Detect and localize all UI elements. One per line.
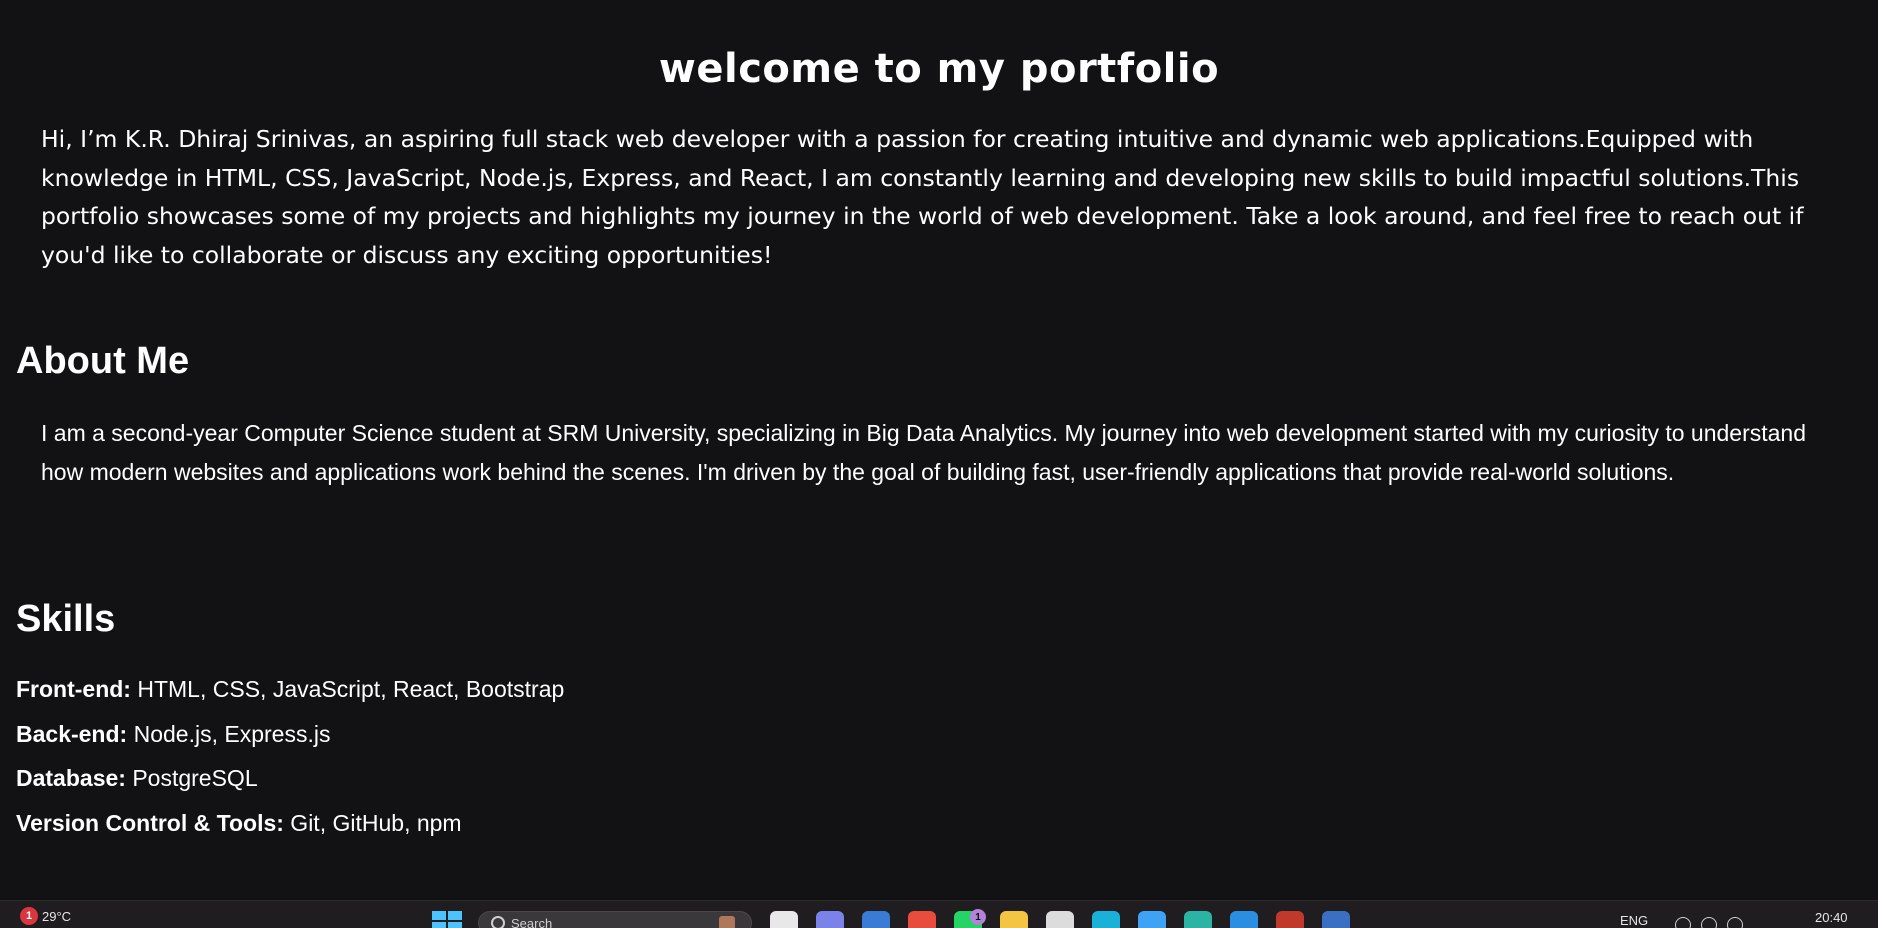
copilot-icon[interactable] [862, 911, 890, 928]
skill-item-database: Database: PostgreSQL [16, 761, 564, 806]
skills-list: Front-end: HTML, CSS, JavaScript, React,… [16, 672, 564, 850]
search-placeholder: Search [511, 916, 552, 928]
windows-logo-icon-part [448, 911, 462, 920]
dev-profile-icon[interactable] [1276, 911, 1304, 928]
skill-category: Front-end: [16, 676, 131, 702]
skills-heading: Skills [16, 598, 115, 641]
page-title: welcome to my portfolio [0, 46, 1878, 92]
file-explorer-icon[interactable] [770, 911, 798, 928]
intro-paragraph: Hi, I’m K.R. Dhiraj Srinivas, an aspirin… [41, 120, 1841, 274]
skill-category: Back-end: [16, 721, 127, 747]
folder-icon[interactable] [1000, 911, 1028, 928]
weather-alert-icon: 1 [20, 907, 38, 925]
skill-value: Git, GitHub, npm [284, 810, 462, 836]
volume-icon [1701, 917, 1717, 928]
chrome-icon[interactable] [908, 911, 936, 928]
skill-item-backend: Back-end: Node.js, Express.js [16, 717, 564, 762]
store-icon[interactable] [1046, 911, 1074, 928]
language-indicator[interactable]: ENG [1620, 913, 1648, 928]
windows-logo-icon-part [432, 922, 446, 928]
search-icon [491, 916, 505, 928]
skill-item-frontend: Front-end: HTML, CSS, JavaScript, React,… [16, 672, 564, 717]
edge-icon[interactable] [1184, 911, 1212, 928]
skill-value: HTML, CSS, JavaScript, React, Bootstrap [131, 676, 564, 702]
about-paragraph: I am a second-year Computer Science stud… [41, 414, 1821, 491]
taskbar-search-box[interactable]: Search [478, 911, 752, 928]
about-heading: About Me [16, 340, 189, 383]
skill-category: Version Control & Tools: [16, 810, 284, 836]
search-highlight-icon [719, 916, 735, 928]
skill-item-tools: Version Control & Tools: Git, GitHub, np… [16, 806, 564, 851]
whatsapp-icon[interactable]: 1 [954, 911, 982, 928]
cortana-icon[interactable] [1092, 911, 1120, 928]
notes-icon[interactable] [1322, 911, 1350, 928]
weather-widget[interactable]: 1 29°C [20, 907, 71, 925]
windows-logo-icon-part [448, 922, 462, 928]
taskbar: 1 29°C Search 1 ENG 20:40 [0, 900, 1878, 928]
vscode-icon[interactable] [1230, 911, 1258, 928]
taskbar-app-list: 1 [770, 911, 1350, 928]
system-tray[interactable] [1675, 917, 1743, 928]
portfolio-page: welcome to my portfolio Hi, I’m K.R. Dhi… [0, 0, 1878, 900]
skill-category: Database: [16, 765, 126, 791]
skill-value: Node.js, Express.js [127, 721, 330, 747]
teams-icon[interactable] [816, 911, 844, 928]
skill-value: PostgreSQL [126, 765, 258, 791]
network-icon [1675, 917, 1691, 928]
notification-badge: 1 [970, 909, 986, 925]
start-button[interactable] [432, 911, 462, 928]
windows-logo-icon [432, 911, 446, 920]
weather-app-icon[interactable] [1138, 911, 1166, 928]
temperature-label: 29°C [42, 909, 71, 924]
battery-icon [1727, 917, 1743, 928]
clock[interactable]: 20:40 [1815, 910, 1848, 925]
